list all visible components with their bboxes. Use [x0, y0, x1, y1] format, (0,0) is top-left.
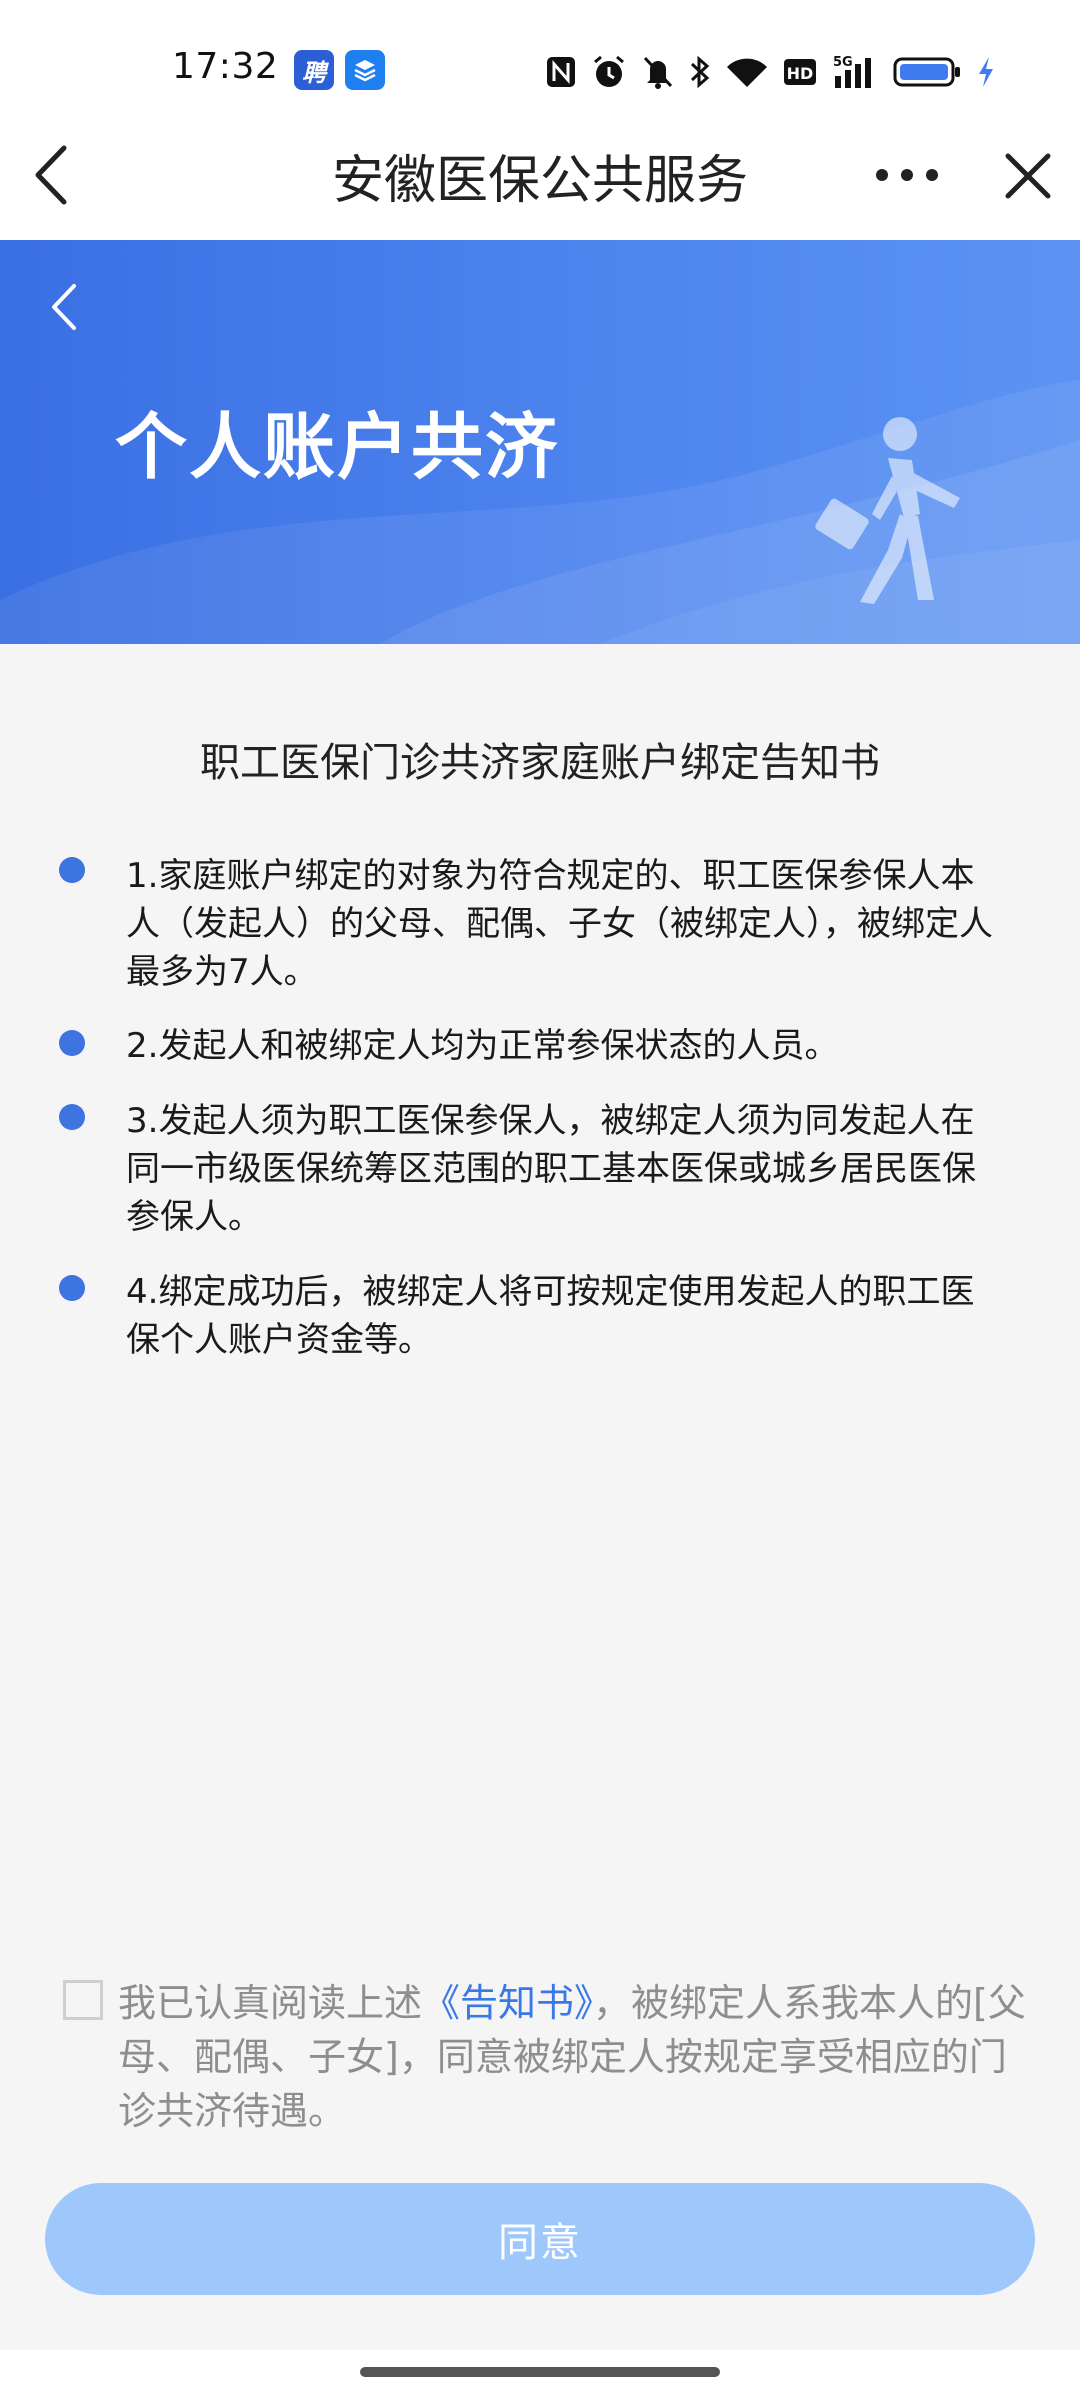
home-indicator[interactable] [360, 2367, 720, 2377]
notice-item: 3.发起人须为职工医保参保人，被绑定人须为同发起人在同一市级医保统筹区范围的职工… [126, 1101, 976, 1237]
stack-app-icon [345, 50, 385, 90]
agree-button[interactable]: 同意 [45, 2183, 1035, 2295]
agree-checkbox[interactable] [63, 1980, 103, 2020]
wifi-icon [725, 55, 769, 89]
agreement-text-before: 我已认真阅读上述 [118, 1981, 423, 2025]
back-arrow-icon [52, 284, 76, 330]
bullet-icon [59, 1030, 85, 1056]
agreement-text: 我已认真阅读上述《告知书》，被绑定人系我本人的[父母、配偶、子女]，同意被绑定人… [118, 1976, 1028, 2138]
status-icons: HD 5G [545, 50, 995, 94]
battery-icon [893, 55, 963, 89]
notice-link[interactable]: 《告知书》 [422, 1981, 593, 2025]
bullet-icon [59, 1275, 85, 1301]
more-dots-icon [876, 169, 938, 181]
more-button[interactable] [872, 158, 942, 192]
notice-item: 2.发起人和被绑定人均为正常参保状态的人员。 [126, 1026, 839, 1066]
recruit-app-icon: 聘 [294, 50, 334, 90]
bullet-icon [59, 1104, 85, 1130]
banner-back-button[interactable] [40, 270, 90, 340]
bullet-icon [59, 857, 85, 883]
status-time: 17:32 [172, 46, 279, 87]
banner-title: 个人账户共济 [115, 405, 560, 489]
walking-person-icon [808, 410, 968, 610]
bluetooth-icon [689, 54, 711, 90]
close-button[interactable] [1000, 148, 1056, 204]
alarm-icon [591, 54, 627, 90]
signal-5g-icon: 5G [831, 54, 879, 90]
charging-icon [977, 55, 995, 89]
notice-item: 4.绑定成功后，被绑定人将可按规定使用发起人的职工医保个人账户资金等。 [126, 1272, 975, 1360]
notice-item: 1.家庭账户绑定的对象为符合规定的、职工医保参保人本人（发起人）的父母、配偶、子… [126, 856, 993, 992]
svg-text:HD: HD [787, 64, 814, 83]
close-icon [1005, 153, 1051, 199]
notice-title: 职工医保门诊共济家庭账户绑定告知书 [200, 740, 880, 786]
nfc-icon [545, 55, 577, 89]
mute-bell-icon [641, 54, 675, 90]
svg-text:5G: 5G [833, 55, 853, 70]
hd-icon: HD [783, 57, 817, 87]
